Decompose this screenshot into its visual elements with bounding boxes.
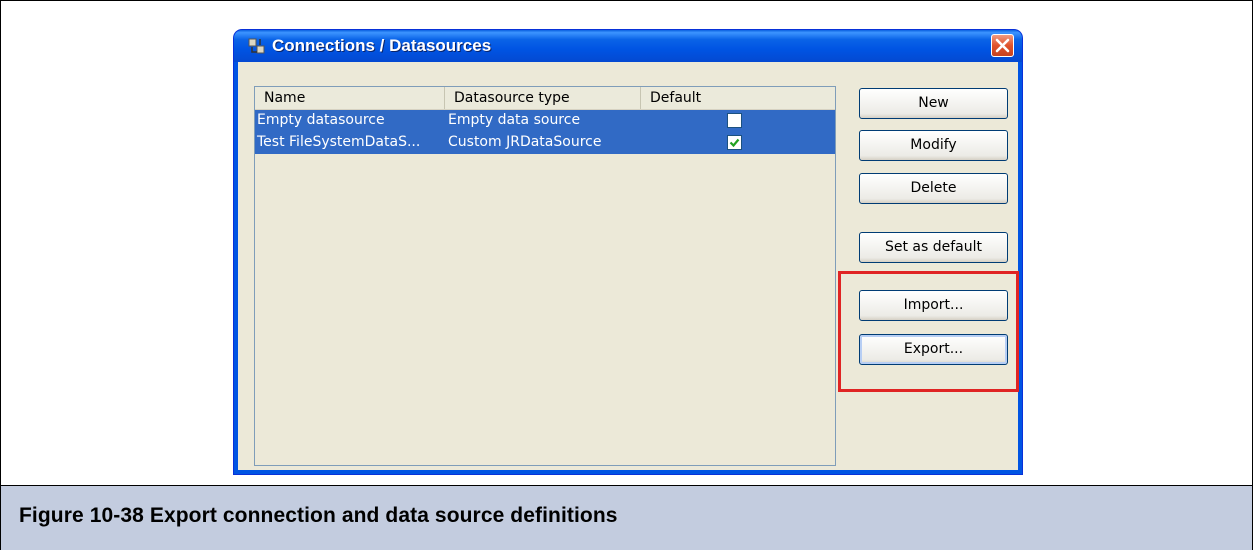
title-bar[interactable]: Connections / Datasources bbox=[234, 30, 1022, 62]
cell-type: Custom JRDataSource bbox=[448, 134, 602, 150]
cell-default bbox=[641, 110, 835, 132]
checkmark-icon bbox=[729, 138, 740, 148]
default-checkbox[interactable] bbox=[727, 113, 742, 128]
table-row[interactable]: Empty datasource Empty data source bbox=[255, 110, 835, 132]
window-client-area: Name Datasource type Default Empty datas… bbox=[238, 62, 1018, 470]
highlight-box bbox=[838, 271, 1019, 392]
column-header-default[interactable]: Default bbox=[641, 87, 835, 109]
table-header: Name Datasource type Default bbox=[255, 87, 835, 110]
window-title: Connections / Datasources bbox=[272, 36, 492, 55]
new-button[interactable]: New bbox=[859, 88, 1008, 119]
cell-name: Test FileSystemDataS... bbox=[257, 134, 421, 150]
figure-frame: Connections / Datasources Name Datasourc… bbox=[0, 0, 1253, 550]
column-header-type[interactable]: Datasource type bbox=[445, 87, 641, 109]
cell-default bbox=[641, 132, 835, 154]
figure-caption: Figure 10-38 Export connection and data … bbox=[19, 504, 618, 527]
connections-window: Connections / Datasources Name Datasourc… bbox=[234, 30, 1022, 474]
figure-caption-bar: Figure 10-38 Export connection and data … bbox=[1, 485, 1252, 550]
default-checkbox[interactable] bbox=[727, 135, 742, 150]
set-default-button[interactable]: Set as default bbox=[859, 232, 1008, 263]
cell-name: Empty datasource bbox=[257, 112, 385, 128]
cell-type: Empty data source bbox=[448, 112, 581, 128]
table-row[interactable]: Test FileSystemDataS... Custom JRDataSou… bbox=[255, 132, 835, 154]
close-icon bbox=[995, 38, 1010, 53]
delete-button[interactable]: Delete bbox=[859, 173, 1008, 204]
connections-app-icon bbox=[248, 38, 265, 54]
close-button[interactable] bbox=[991, 34, 1014, 57]
modify-button[interactable]: Modify bbox=[859, 130, 1008, 161]
column-header-name[interactable]: Name bbox=[255, 87, 445, 109]
datasource-table[interactable]: Name Datasource type Default Empty datas… bbox=[254, 86, 836, 466]
